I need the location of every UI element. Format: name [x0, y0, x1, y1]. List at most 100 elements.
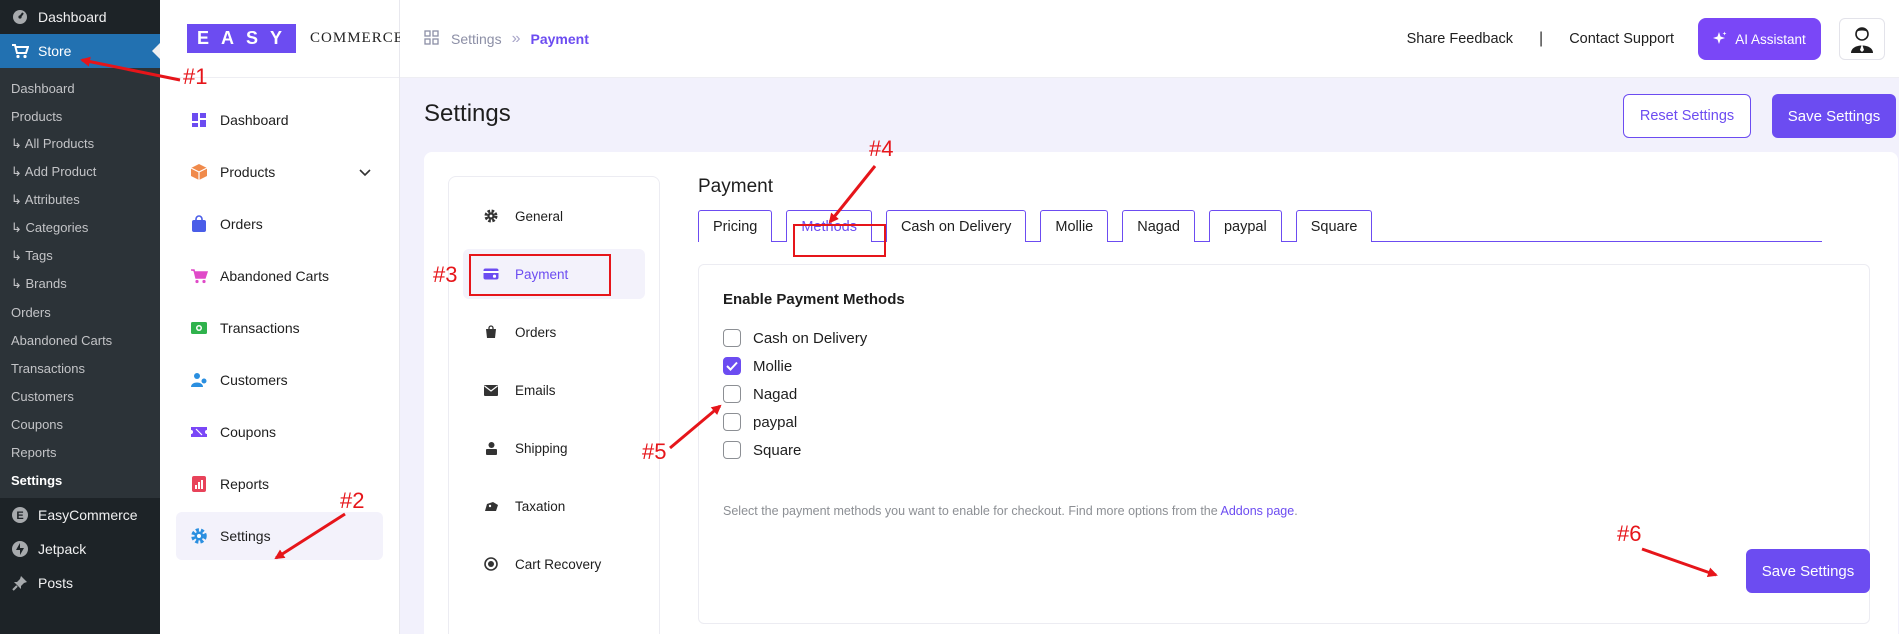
pushpin-icon — [10, 573, 30, 593]
wp-submenu-item[interactable]: Customers — [0, 382, 160, 410]
bag-icon — [483, 324, 499, 340]
nav-item-dashboard[interactable]: Dashboard — [176, 96, 383, 144]
wp-submenu-item[interactable]: Reports — [0, 438, 160, 466]
settings-card: General Payment Orders Emails Shipping T… — [424, 152, 1898, 634]
recovery-icon — [483, 556, 499, 572]
sparkle-icon — [1713, 31, 1727, 48]
wp-menu-label: Dashboard — [38, 9, 107, 25]
contact-support-link[interactable]: Contact Support — [1569, 31, 1674, 47]
payment-methods-panel: Enable Payment Methods Cash on Delivery … — [698, 264, 1870, 624]
wp-submenu-item[interactable]: ↳ Tags — [0, 242, 160, 270]
breadcrumb: Settings » Payment — [424, 30, 589, 48]
tab-square[interactable]: Square — [1295, 210, 1373, 242]
nav-item-transactions[interactable]: Transactions — [176, 304, 383, 352]
method-checkbox-mollie[interactable]: Mollie — [723, 357, 792, 375]
wp-menu-label: Store — [38, 43, 72, 59]
nav-item-settings[interactable]: Settings — [176, 512, 383, 560]
box-icon — [190, 163, 208, 181]
top-header: Settings » Payment Share Feedback | Cont… — [400, 0, 1899, 78]
wp-submenu-item[interactable]: Products — [0, 102, 160, 130]
nav-label: Reports — [220, 476, 270, 492]
wp-menu-jetpack[interactable]: Jetpack — [0, 532, 160, 566]
settings-tab-label: Cart Recovery — [515, 556, 602, 572]
annotation-label-5: #5 — [642, 439, 667, 464]
wp-submenu-item[interactable]: ↳ Attributes — [0, 186, 160, 214]
method-label: Cash on Delivery — [753, 329, 868, 347]
breadcrumb-settings[interactable]: Settings — [451, 31, 502, 47]
shipping-icon — [483, 440, 499, 456]
method-checkbox-square[interactable]: Square — [723, 441, 801, 459]
nav-item-abandoned-carts[interactable]: Abandoned Carts — [176, 252, 383, 300]
help-text-body: Select the payment methods you want to e… — [723, 504, 1218, 518]
wp-menu-store[interactable]: Store — [0, 34, 160, 68]
settings-tab-label: Shipping — [515, 440, 568, 456]
easycommerce-sidebar: EASY COMMERCE Dashboard Products Orders — [160, 0, 403, 634]
settings-tab-cart-recovery[interactable]: Cart Recovery — [463, 539, 645, 589]
settings-tab-label: Orders — [515, 324, 557, 340]
method-checkbox-nagad[interactable]: Nagad — [723, 385, 797, 403]
grid-icon[interactable] — [424, 29, 439, 48]
wp-submenu-item[interactable]: ↳ Categories — [0, 214, 160, 242]
wp-submenu-item[interactable]: Dashboard — [0, 74, 160, 102]
wp-menu-label: Jetpack — [38, 541, 87, 557]
ai-assistant-button[interactable]: AI Assistant — [1698, 18, 1821, 60]
checkbox[interactable] — [723, 329, 741, 347]
wp-menu-dashboard[interactable]: Dashboard — [0, 0, 160, 34]
chevron-down-icon[interactable] — [359, 164, 371, 180]
settings-tab-orders[interactable]: Orders — [463, 307, 645, 357]
cash-icon — [190, 319, 208, 337]
wp-submenu-item[interactable]: ↳ Add Product — [0, 158, 160, 186]
method-label: Square — [753, 441, 802, 459]
checkbox[interactable] — [723, 385, 741, 403]
methods-title: Enable Payment Methods — [723, 291, 905, 308]
nav-label: Orders — [220, 216, 263, 232]
tab-cash-on-delivery[interactable]: Cash on Delivery — [885, 210, 1027, 242]
envelope-icon — [483, 382, 499, 398]
tab-mollie[interactable]: Mollie — [1040, 210, 1109, 242]
tab-nagad[interactable]: Nagad — [1122, 210, 1195, 242]
wp-menu-posts[interactable]: Posts — [0, 566, 160, 600]
wp-submenu-item[interactable]: ↳ All Products — [0, 130, 160, 158]
method-checkbox-cash-on-delivery[interactable]: Cash on Delivery — [723, 329, 867, 347]
settings-tab-taxation[interactable]: Taxation — [463, 481, 645, 531]
payment-section-title: Payment — [698, 176, 773, 197]
wp-menu-label: EasyCommerce — [38, 507, 138, 523]
wp-menu-label: Posts — [38, 575, 74, 591]
settings-tab-label: General — [515, 208, 564, 224]
wp-submenu-item[interactable]: ↳ Brands — [0, 270, 160, 298]
nav-label: Dashboard — [220, 112, 289, 128]
settings-tab-emails[interactable]: Emails — [463, 365, 645, 415]
nav-item-coupons[interactable]: Coupons — [176, 408, 383, 456]
checkbox[interactable] — [723, 441, 741, 459]
report-icon — [190, 475, 208, 493]
wp-submenu-item[interactable]: Orders — [0, 298, 160, 326]
wp-submenu-item[interactable]: Transactions — [0, 354, 160, 382]
users-icon — [190, 371, 208, 389]
tab-paypal[interactable]: paypal — [1208, 210, 1282, 242]
annotation-label-2: #2 — [340, 488, 365, 513]
save-settings-button-bottom[interactable]: Save Settings — [1746, 549, 1870, 593]
nav-item-customers[interactable]: Customers — [176, 356, 383, 404]
method-checkbox-paypal[interactable]: paypal — [723, 413, 797, 431]
addons-page-link[interactable]: Addons page — [1221, 504, 1295, 518]
nav-item-orders[interactable]: Orders — [176, 200, 383, 248]
annotation-label-1: #1 — [183, 64, 208, 89]
tab-pricing[interactable]: Pricing — [698, 210, 773, 242]
nav-item-products[interactable]: Products — [176, 148, 383, 196]
wp-menu-easycommerce[interactable]: E EasyCommerce — [0, 498, 160, 532]
share-feedback-link[interactable]: Share Feedback — [1407, 31, 1513, 47]
checkmark-icon — [726, 361, 738, 371]
reset-settings-button[interactable]: Reset Settings — [1623, 94, 1751, 138]
settings-tab-shipping[interactable]: Shipping — [463, 423, 645, 473]
wp-submenu-item-current[interactable]: Settings — [0, 466, 160, 494]
wp-submenu-item[interactable]: Abandoned Carts — [0, 326, 160, 354]
breadcrumb-separator: » — [511, 29, 521, 47]
user-avatar[interactable] — [1839, 18, 1885, 60]
wp-submenu-item[interactable]: Coupons — [0, 410, 160, 438]
nav-label: Transactions — [220, 320, 300, 336]
checkbox-checked[interactable] — [723, 357, 741, 375]
ai-assistant-label: AI Assistant — [1735, 31, 1806, 47]
settings-tab-general[interactable]: General — [463, 191, 645, 241]
checkbox[interactable] — [723, 413, 741, 431]
save-settings-button-top[interactable]: Save Settings — [1772, 94, 1896, 138]
